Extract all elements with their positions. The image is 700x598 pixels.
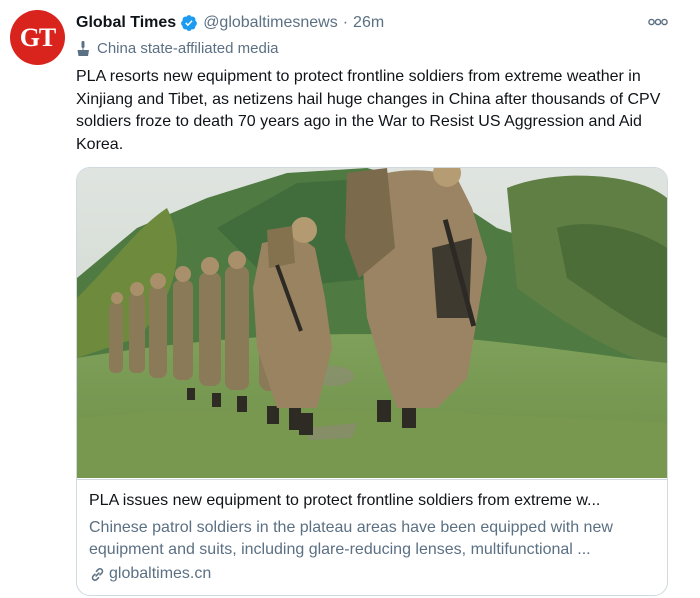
card-text-area[interactable]: PLA issues new equipment to protect fron… — [77, 479, 667, 595]
tweet-timestamp[interactable]: 26m — [353, 14, 384, 32]
tweet: GT Global Times @globaltimesnews · 26m C… — [0, 0, 700, 598]
card-domain: globaltimes.cn — [109, 565, 212, 582]
author-handle[interactable]: @globaltimesnews — [203, 14, 338, 32]
card-title[interactable]: PLA issues new equipment to protect fron… — [89, 492, 655, 510]
card-image[interactable] — [77, 168, 667, 478]
author-name[interactable]: Global Times — [76, 14, 176, 32]
card-description: Chinese patrol soldiers in the plateau a… — [89, 519, 613, 558]
avatar[interactable]: GT — [10, 10, 65, 65]
avatar-logo-text: GT — [19, 22, 57, 52]
state-affiliation-label[interactable]: China state-affiliated media — [76, 40, 279, 57]
link-icon — [91, 567, 104, 581]
verified-badge-icon — [181, 15, 198, 31]
link-card[interactable]: PLA issues new equipment to protect fron… — [76, 167, 668, 596]
state-affiliation-text: China state-affiliated media — [97, 40, 279, 57]
card-domain-row: globaltimes.cn — [89, 565, 211, 583]
tweet-text: PLA resorts new equipment to protect fro… — [76, 68, 661, 153]
podium-icon — [77, 41, 89, 56]
more-dots-icon — [648, 18, 668, 26]
more-options-button[interactable] — [646, 12, 670, 32]
tweet-header: Global Times @globaltimesnews · 26m — [76, 11, 384, 35]
separator-dot: · — [342, 14, 349, 31]
